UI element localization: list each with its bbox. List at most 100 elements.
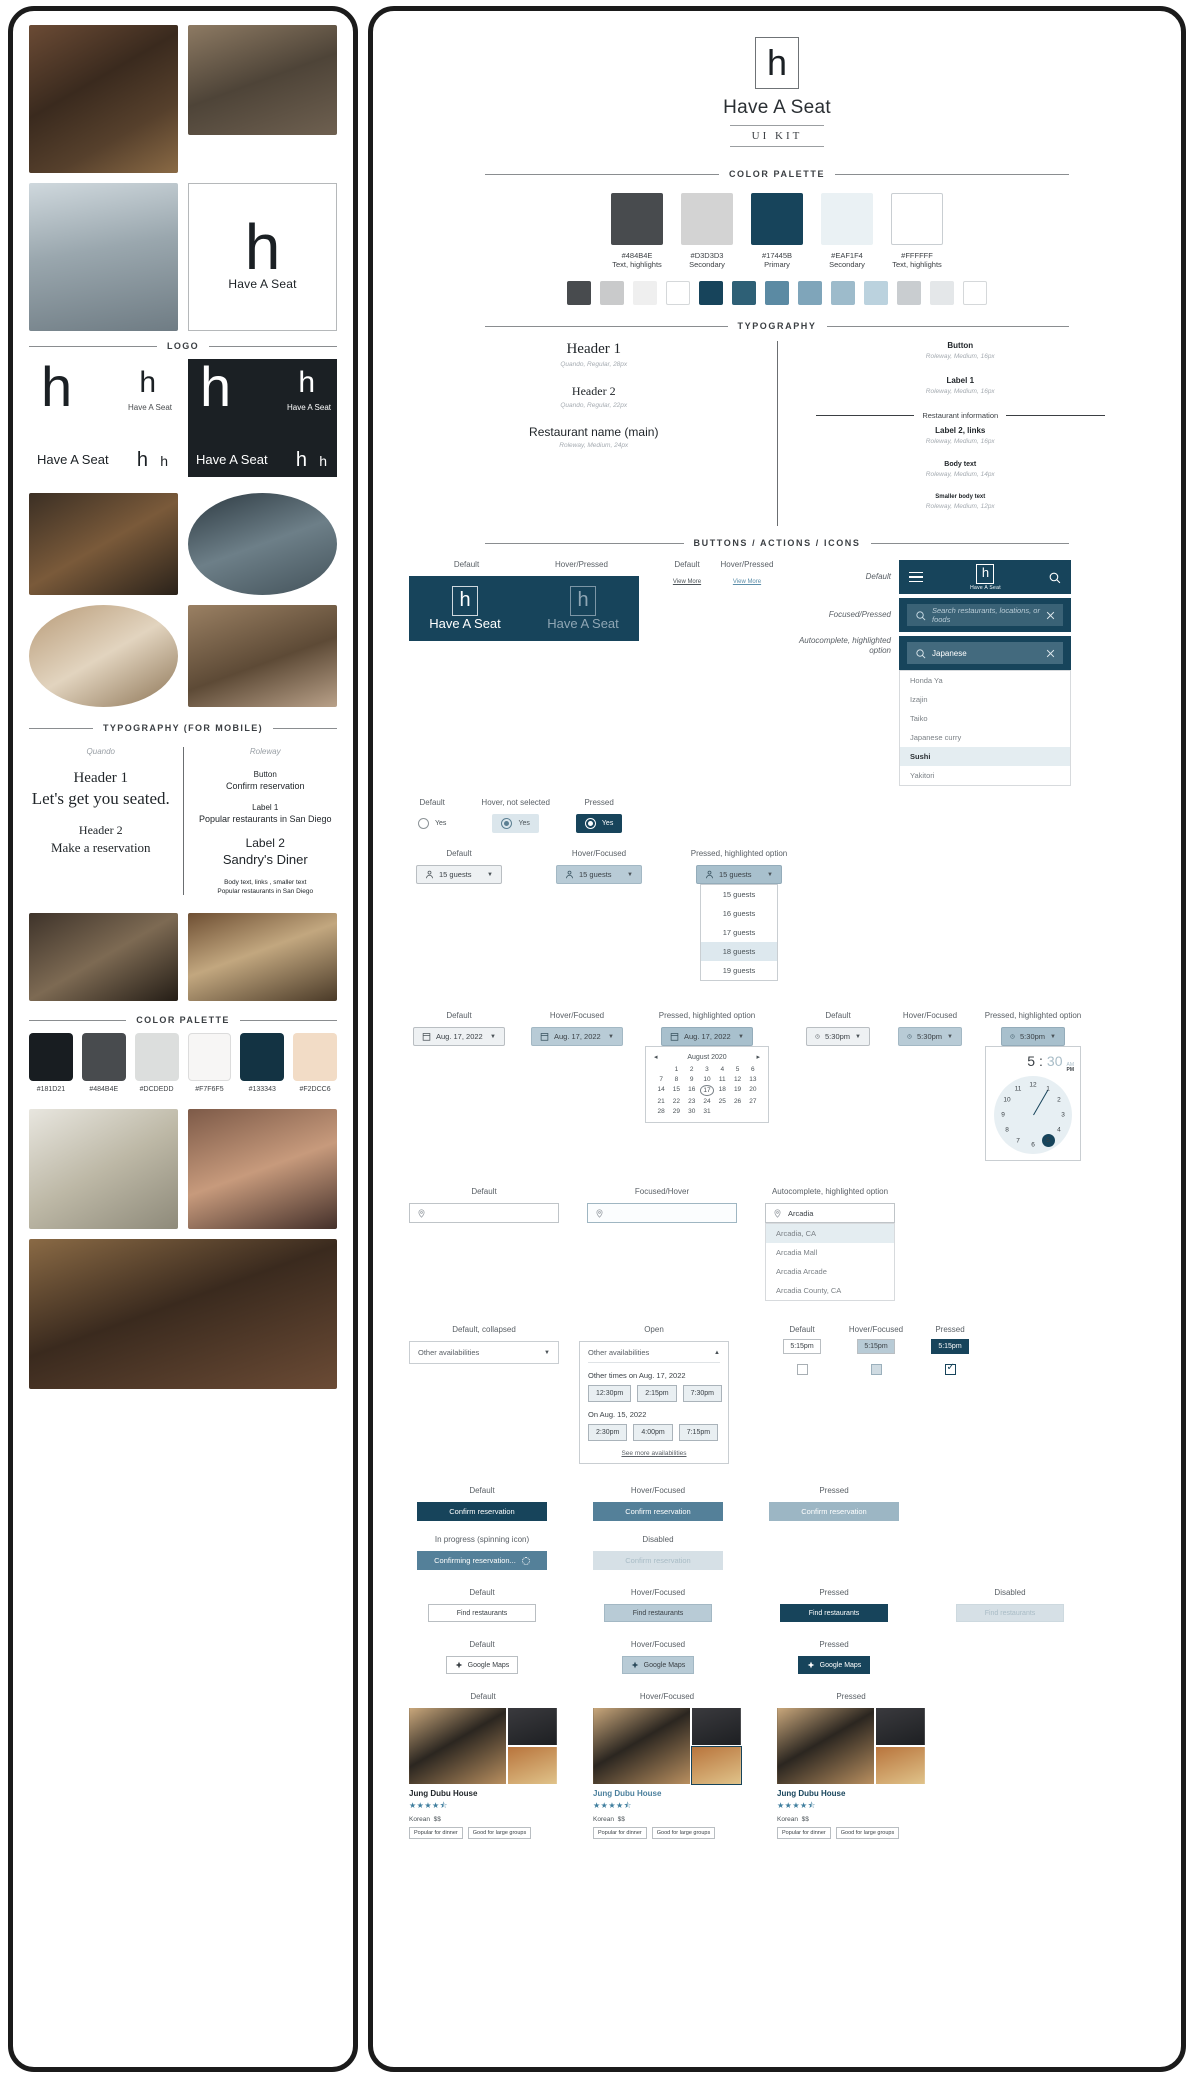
time-select-pressed[interactable]: 5:30pm ▼ xyxy=(1001,1027,1065,1046)
calendar-day-grid[interactable]: 1 2 3 4 5 6 7 8 9 10 11 12 13 14 15 16 17 18 19 20 21 22 23 24 2… xyxy=(654,1065,760,1116)
time-select-default[interactable]: 5:30pm ▼ xyxy=(806,1027,870,1046)
clock-number[interactable]: 6 xyxy=(1031,1142,1035,1149)
time-slot[interactable]: 2:15pm xyxy=(637,1385,677,1402)
accordion-header[interactable]: Other availabilities ▲ xyxy=(588,1348,720,1363)
clock-number[interactable]: 9 xyxy=(1001,1112,1005,1119)
clock-number[interactable]: 8 xyxy=(1005,1127,1009,1134)
calendar-day[interactable]: 26 xyxy=(730,1097,744,1106)
calendar-day[interactable]: 4 xyxy=(715,1065,729,1074)
search-icon[interactable] xyxy=(1048,571,1061,584)
calendar-day[interactable]: 18 xyxy=(715,1085,729,1096)
guests-option[interactable]: 17 guests xyxy=(701,923,777,942)
clock-number[interactable]: 12 xyxy=(1029,1082,1036,1089)
time-slot[interactable]: 7:15pm xyxy=(678,1424,719,1441)
clock-meridiem[interactable]: AM PM xyxy=(1067,1063,1075,1073)
calendar-day[interactable]: 7 xyxy=(654,1075,668,1084)
calendar-day[interactable]: 14 xyxy=(654,1085,668,1096)
google-maps-button-hover[interactable]: Google Maps xyxy=(621,1656,695,1674)
nav-logo-bar[interactable]: h Have A Seat h Have A Seat xyxy=(409,576,639,641)
clock-face[interactable]: 12 1 2 3 4 5 6 7 8 9 10 11 xyxy=(994,1076,1072,1154)
find-restaurants-button-pressed[interactable]: Find restaurants xyxy=(780,1604,888,1622)
time-chip-hover[interactable]: 5:15pm xyxy=(857,1339,895,1354)
time-chip-pressed[interactable]: 5:15pm xyxy=(931,1339,969,1354)
location-input-focused[interactable] xyxy=(587,1203,737,1223)
calendar-day[interactable]: 5 xyxy=(730,1065,744,1074)
hamburger-icon[interactable] xyxy=(909,569,923,586)
nav-logo-default[interactable]: h Have A Seat xyxy=(409,586,521,631)
calendar-day[interactable]: 17 xyxy=(699,1085,715,1096)
radio-default[interactable]: Yes xyxy=(409,814,455,833)
suggestion-item[interactable]: Japanese curry xyxy=(900,728,1070,747)
guests-select-hover[interactable]: 15 guests ▼ xyxy=(556,865,642,884)
calendar-day[interactable]: 19 xyxy=(730,1085,744,1096)
close-icon[interactable] xyxy=(1046,649,1055,658)
view-more-link-hover[interactable]: View More xyxy=(733,579,761,585)
calendar-day[interactable]: 6 xyxy=(746,1065,760,1074)
time-slot[interactable]: 7:30pm xyxy=(682,1385,722,1402)
location-suggestion-highlighted[interactable]: Arcadia, CA xyxy=(766,1224,894,1243)
mobile-search-bar[interactable]: Search restaurants, locations, or foods xyxy=(899,598,1071,632)
clock-number[interactable]: 3 xyxy=(1061,1112,1065,1119)
time-chip-default[interactable]: 5:15pm xyxy=(783,1339,821,1354)
time-slot[interactable]: 12:30pm xyxy=(588,1385,632,1402)
calendar-day[interactable]: 29 xyxy=(669,1107,683,1116)
find-restaurants-button[interactable]: Find restaurants xyxy=(428,1604,536,1622)
calendar-day[interactable]: 9 xyxy=(685,1075,699,1084)
clock-pm[interactable]: PM xyxy=(1067,1068,1075,1073)
calendar-day[interactable]: 30 xyxy=(685,1107,699,1116)
location-suggestion[interactable]: Arcadia Mall xyxy=(766,1243,894,1262)
suggestion-item-highlighted[interactable]: Sushi xyxy=(900,747,1070,766)
checkbox-checked[interactable] xyxy=(944,1362,956,1375)
clock-number[interactable]: 11 xyxy=(1015,1086,1022,1093)
calendar-day[interactable]: 16 xyxy=(685,1085,699,1096)
guests-option[interactable]: 19 guests xyxy=(701,961,777,980)
radio-pressed[interactable]: Yes xyxy=(575,814,623,833)
checkbox-hover[interactable] xyxy=(870,1364,882,1375)
confirm-reservation-button-progress[interactable]: Confirming reservation... xyxy=(417,1551,547,1570)
restaurant-card[interactable]: Jung Dubu House ★★★★⯪ Korean $$ Popular … xyxy=(409,1708,557,1839)
guests-select-pressed[interactable]: 15 guests ▼ xyxy=(696,865,782,884)
find-restaurants-button-hover[interactable]: Find restaurants xyxy=(604,1604,712,1622)
calendar-day[interactable]: 20 xyxy=(746,1085,760,1096)
clock-number[interactable]: 4 xyxy=(1057,1127,1061,1134)
close-icon[interactable] xyxy=(1046,611,1055,620)
calendar-day[interactable]: 3 xyxy=(700,1065,714,1074)
calendar-next-button[interactable]: ▸ xyxy=(756,1053,760,1061)
date-select-pressed[interactable]: Aug. 17, 2022 ▼ xyxy=(661,1027,753,1046)
clock-number[interactable]: 5 xyxy=(1041,1134,1055,1148)
clock-hour[interactable]: 5 xyxy=(1027,1053,1035,1069)
calendar-day[interactable]: 13 xyxy=(746,1075,760,1084)
search-input-focused[interactable]: Search restaurants, locations, or foods xyxy=(907,604,1063,626)
mobile-navbar[interactable]: h Have A Seat xyxy=(899,560,1071,594)
availability-accordion-collapsed[interactable]: Other availabilities ▼ xyxy=(409,1341,559,1364)
location-suggestion[interactable]: Arcadia Arcade xyxy=(766,1262,894,1281)
calendar-day[interactable]: 31 xyxy=(700,1107,714,1116)
google-maps-button-pressed[interactable]: Google Maps xyxy=(797,1656,871,1674)
guests-select-default[interactable]: 15 guests ▼ xyxy=(416,865,502,884)
calendar-day[interactable]: 10 xyxy=(700,1075,714,1084)
search-input-typed[interactable]: Japanese xyxy=(907,642,1063,664)
guests-option[interactable]: 16 guests xyxy=(701,904,777,923)
suggestion-item[interactable]: Taiko xyxy=(900,709,1070,728)
date-select-default[interactable]: Aug. 17, 2022 ▼ xyxy=(413,1027,505,1046)
confirm-reservation-button-pressed[interactable]: Confirm reservation xyxy=(769,1502,899,1521)
calendar-prev-button[interactable]: ◂ xyxy=(654,1053,658,1061)
calendar-day[interactable]: 8 xyxy=(669,1075,683,1084)
availability-accordion-open[interactable]: Other availabilities ▲ Other times on Au… xyxy=(579,1341,729,1464)
clock-number[interactable]: 10 xyxy=(1003,1097,1010,1104)
time-slot[interactable]: 4:00pm xyxy=(633,1424,673,1441)
suggestion-item[interactable]: Izajin xyxy=(900,690,1070,709)
location-suggestion[interactable]: Arcadia County, CA xyxy=(766,1281,894,1300)
calendar-day[interactable]: 12 xyxy=(730,1075,744,1084)
clock-number[interactable]: 7 xyxy=(1016,1137,1020,1144)
calendar-day[interactable]: 15 xyxy=(669,1085,683,1096)
restaurant-card-hover[interactable]: Jung Dubu House ★★★★⯪ Korean $$ Popular … xyxy=(593,1708,742,1839)
location-input-typed[interactable]: Arcadia xyxy=(765,1203,895,1223)
confirm-reservation-button[interactable]: Confirm reservation xyxy=(417,1502,547,1521)
calendar-day[interactable]: 21 xyxy=(654,1097,668,1106)
calendar-day[interactable]: 2 xyxy=(685,1065,699,1074)
location-input-default[interactable] xyxy=(409,1203,559,1223)
calendar-day[interactable]: 22 xyxy=(669,1097,683,1106)
calendar-day[interactable]: 25 xyxy=(715,1097,729,1106)
google-maps-button[interactable]: Google Maps xyxy=(445,1656,519,1674)
